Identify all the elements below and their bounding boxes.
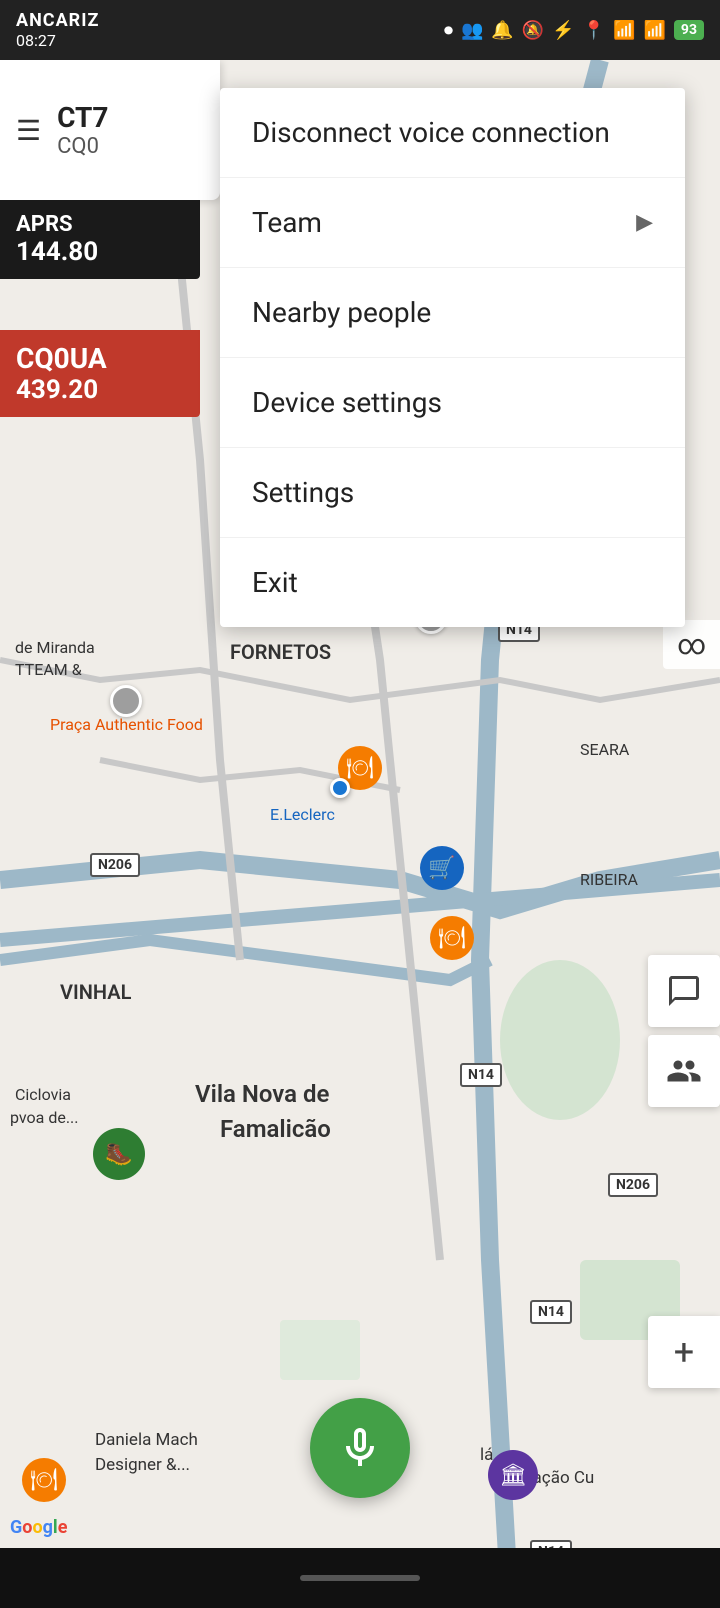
people-icon [666,1053,702,1089]
road-badge-n14-2: N14 [460,1063,502,1087]
signal-icon: 📶 [644,20,666,41]
group-icon: 👥 [461,20,483,41]
menu-item-team-label: Team [252,206,322,239]
menu-item-device-settings[interactable]: Device settings [220,358,685,448]
menu-item-nearby[interactable]: Nearby people [220,268,685,358]
zoom-in-button[interactable]: + [648,1316,720,1388]
aprs-panel: APRS 144.80 [0,200,200,279]
map-marker-gray-1 [110,685,142,717]
chevron-right-icon: ▶ [636,210,653,235]
hike-marker: 🥾 [93,1128,145,1180]
battery-level: 93 [674,20,704,40]
food-marker-2: 🍽 [430,916,474,960]
road-badge-n14-3: N14 [530,1300,572,1324]
wifi-icon: 📶 [613,20,635,41]
menu-item-exit[interactable]: Exit [220,538,685,627]
record-icon: ⏺ [444,20,453,41]
hamburger-menu-button[interactable]: ☰ [16,114,41,147]
food-marker-3: 🍽 [22,1458,66,1502]
status-bar-left: ANCARIZ 08:27 [16,10,99,50]
google-logo: Google [10,1517,67,1538]
status-bar: ANCARIZ 08:27 ⏺ 👥 🔔 🔕 ⚡ 📍 📶 📶 93 [0,0,720,60]
museum-marker: 🏛 [488,1450,538,1500]
callsign-sub: CQ0 [57,134,108,159]
menu-item-disconnect[interactable]: Disconnect voice connection [220,88,685,178]
header-bar: ☰ CT7 CQ0 [0,60,220,200]
location-icon: 📍 [583,20,605,41]
cq-panel: CQ0UA 439.20 [0,330,200,417]
microphone-icon [336,1424,384,1472]
callsign-main: CT7 [57,101,108,134]
cq-freq: 439.20 [16,375,184,405]
aprs-freq: 144.80 [16,237,184,267]
mic-fab-button[interactable] [310,1398,410,1498]
menu-item-disconnect-label: Disconnect voice connection [252,116,610,149]
shopping-marker: 🛒 [420,846,464,890]
chat-icon [666,973,702,1009]
context-menu: Disconnect voice connection Team ▶ Nearb… [220,88,685,627]
bluetooth-icon: ⚡ [552,20,574,41]
alarm-icon: 🔔 [491,20,513,41]
menu-item-settings[interactable]: Settings [220,448,685,538]
menu-item-team[interactable]: Team ▶ [220,178,685,268]
aprs-title: APRS [16,212,184,237]
menu-item-exit-label: Exit [252,566,298,599]
brand-name: ANCARIZ [16,10,99,31]
zoom-in-icon: + [674,1331,694,1373]
road-badge-n206-2: N206 [608,1173,658,1197]
people-fab-button[interactable] [648,1035,720,1107]
cq-callsign: CQ0UA [16,342,184,375]
menu-item-settings-label: Settings [252,476,354,509]
mute-icon: 🔕 [522,20,544,41]
fab-group-right [648,955,720,1107]
status-icons: ⏺ 👥 🔔 🔕 ⚡ 📍 📶 📶 93 [444,20,704,41]
callsign-block: CT7 CQ0 [57,101,108,159]
road-badge-n206-1: N206 [90,853,140,877]
menu-item-device-settings-label: Device settings [252,386,442,419]
menu-item-nearby-label: Nearby people [252,296,431,329]
infinity-symbol: ∞ [663,620,720,669]
bottom-nav-bar [0,1548,720,1608]
gps-dot [330,778,350,798]
time-display: 08:27 [16,31,99,50]
nav-handle [300,1575,420,1581]
chat-fab-button[interactable] [648,955,720,1027]
